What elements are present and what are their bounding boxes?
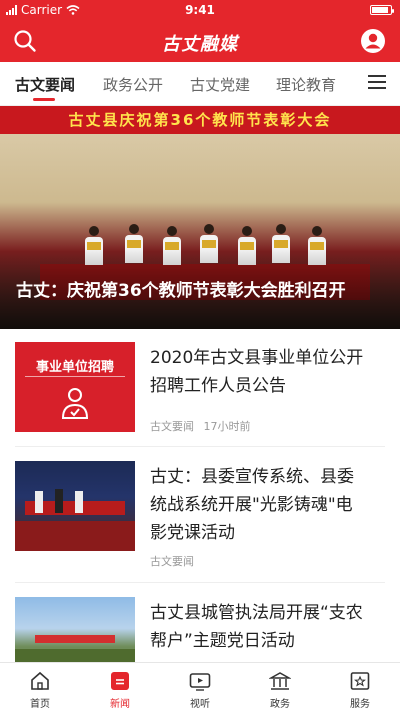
article-title: 古丈：县委宣传系统、县委 统战系统开展"光影铸魂"电 影党课活动: [150, 467, 354, 543]
article-item[interactable]: 古丈县城管执法局开展“支农 帮户”主题党日活动: [15, 597, 385, 662]
battery-icon: [370, 5, 394, 15]
active-tab-indicator: [33, 98, 55, 101]
nav-video[interactable]: 视听: [160, 663, 240, 710]
article-meta: 古文要闻 17小时前: [150, 418, 251, 434]
recruitment-person-icon: [61, 388, 89, 419]
app-logo: 古丈融媒: [162, 34, 238, 55]
article-title: 2020年古文县事业单位公开 招聘工作人员公告: [150, 348, 364, 396]
status-bar: Carrier 9:41: [0, 0, 400, 20]
article-meta: 古文要闻: [150, 553, 194, 569]
service-icon: [350, 672, 370, 690]
article-item[interactable]: 古丈：县委宣传系统、县委 统战系统开展"光影铸魂"电 影党课活动 古文要闻: [15, 461, 385, 568]
tab-government-affairs[interactable]: 政务公开: [103, 74, 163, 95]
nav-news[interactable]: 新闻: [80, 663, 160, 710]
divider: [15, 446, 385, 447]
nav-home[interactable]: 首页: [0, 663, 80, 710]
article-source: 古文要闻: [150, 420, 194, 433]
hamburger-menu-icon[interactable]: [368, 75, 386, 89]
article-source: 古文要闻: [150, 555, 194, 568]
bottom-navigation: 首页 新闻 视听 政务 服务: [0, 662, 400, 710]
divider: [15, 582, 385, 583]
article-thumbnail: [15, 597, 135, 662]
category-tabs: 古文要闻 政务公开 古丈党建 理论教育: [0, 62, 400, 106]
home-icon: [31, 671, 49, 690]
tab-guwen-news[interactable]: 古文要闻: [15, 74, 75, 95]
hero-event-banner: 古丈县庆祝第36个教师节表彰大会: [0, 106, 400, 134]
status-time: 9:41: [185, 3, 215, 17]
nav-service[interactable]: 服务: [320, 663, 400, 710]
article-thumbnail: 事业单位招聘: [15, 342, 135, 432]
nav-government[interactable]: 政务: [240, 663, 320, 710]
article-title: 古丈县城管执法局开展“支农 帮户”主题党日活动: [150, 603, 363, 651]
tab-theory-education[interactable]: 理论教育: [276, 74, 336, 95]
app-header: 古丈融媒: [0, 20, 400, 62]
article-time: 17小时前: [203, 420, 251, 433]
video-icon: [189, 673, 211, 691]
government-icon: [269, 672, 291, 690]
tab-party-building[interactable]: 古丈党建: [190, 74, 250, 95]
news-icon: [111, 672, 129, 690]
article-thumbnail: [15, 461, 135, 551]
article-item[interactable]: 事业单位招聘 2020年古文县事业单位公开 招聘工作人员公告 古文要闻 17小时…: [15, 342, 385, 434]
hero-caption: 古丈：庆祝第36个教师节表彰大会胜利召开: [16, 281, 346, 301]
thumbnail-label: 事业单位招聘: [35, 360, 114, 375]
hero-banner[interactable]: 古丈县庆祝第36个教师节表彰大会 古丈：庆祝第36个教师节表彰大会胜利召开: [0, 106, 400, 329]
user-icon[interactable]: [360, 28, 386, 54]
